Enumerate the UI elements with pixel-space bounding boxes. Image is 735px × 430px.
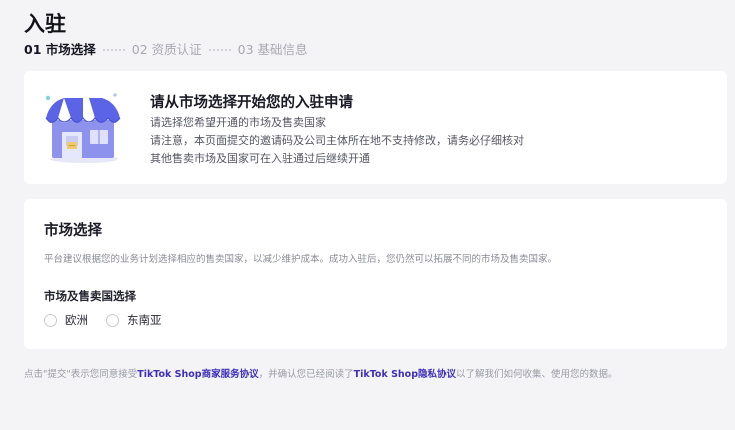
step-qualification: 02 资质认证 — [131, 42, 202, 57]
storefront-icon — [45, 93, 121, 163]
step-divider — [102, 48, 125, 51]
agreement-note: 点击"提交"表示您同意接受TikTok Shop商家服务协议，并确认您已经阅读了… — [24, 366, 618, 380]
stepper: 01 市场选择 02 资质认证 03 基础信息 — [24, 39, 308, 58]
step-market-selection: 01 市场选择 — [24, 42, 96, 57]
intro-line-select: 请选择您希望开通的市场及售卖国家 — [150, 116, 326, 129]
radio-button[interactable] — [106, 313, 119, 327]
privacy-policy-link[interactable]: TikTok Shop隐私协议 — [354, 369, 456, 380]
radio-label: 东南亚 — [127, 313, 162, 327]
radio-option-europe[interactable]: 欧洲 — [44, 312, 88, 328]
radio-option-southeast-asia[interactable]: 东南亚 — [106, 312, 162, 328]
step-basic-info: 03 基础信息 — [237, 42, 308, 57]
merchant-agreement-link[interactable]: TikTok Shop商家服务协议 — [137, 369, 258, 380]
brand-name: TikTok Shop — [353, 369, 418, 380]
radio-label: 欧洲 — [65, 313, 88, 327]
brand-name: TikTok Shop — [137, 369, 202, 380]
intro-line-notice: 请注意，本页面提交的邀请码及公司主体所在地不支持修改，请务必仔细核对 — [150, 134, 524, 147]
agreement-text: ，并确认您已经阅读了 — [258, 369, 354, 380]
intro-line-other-markets: 其他售卖市场及国家可在入驻通过后继续开通 — [150, 152, 370, 165]
radio-button[interactable] — [44, 313, 57, 327]
market-selection-card: 市场选择 平台建议根据您的业务计划选择相应的售卖国家，以减少维护成本。成功入驻后… — [24, 199, 727, 349]
market-section-description: 平台建议根据您的业务计划选择相应的售卖国家，以减少维护成本。成功入驻后，您仍然可… — [44, 254, 558, 265]
step-divider — [208, 48, 231, 51]
page-title: 入驻 — [24, 12, 66, 36]
market-section-title: 市场选择 — [44, 223, 102, 239]
agreement-text: 以了解我们如何收集、使用您的数据。 — [456, 369, 618, 380]
agreement-text: 点击"提交"表示您同意接受 — [24, 369, 138, 380]
intro-title: 请从市场选择开始您的入驻申请 — [150, 95, 353, 111]
privacy-policy-label: 隐私协议 — [418, 369, 457, 380]
intro-card: 请从市场选择开始您的入驻申请 请选择您希望开通的市场及售卖国家 请注意，本页面提… — [24, 71, 727, 184]
merchant-agreement-label: 商家服务协议 — [201, 369, 259, 380]
region-radio-group: 欧洲 东南亚 — [44, 312, 180, 328]
region-field-label: 市场及售卖国选择 — [44, 289, 136, 303]
